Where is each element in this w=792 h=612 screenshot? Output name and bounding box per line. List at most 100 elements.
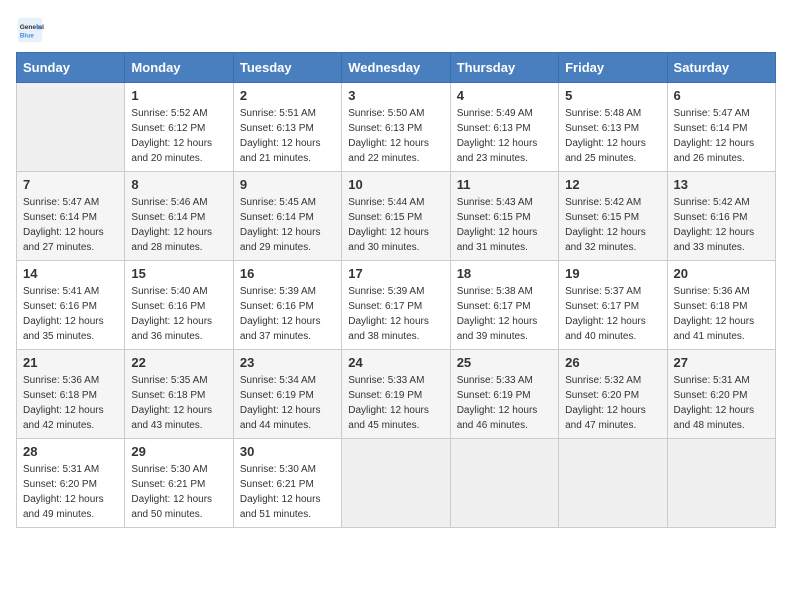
day-number: 22 (131, 355, 226, 370)
day-number: 19 (565, 266, 660, 281)
column-header-sunday: Sunday (17, 53, 125, 83)
column-header-friday: Friday (559, 53, 667, 83)
calendar-cell (559, 439, 667, 528)
calendar-table: SundayMondayTuesdayWednesdayThursdayFrid… (16, 52, 776, 528)
calendar-cell: 6 Sunrise: 5:47 AM Sunset: 6:14 PM Dayli… (667, 83, 775, 172)
page-header: General Blue (16, 16, 776, 44)
day-info: Sunrise: 5:41 AM Sunset: 6:16 PM Dayligh… (23, 284, 118, 344)
calendar-week-row: 14 Sunrise: 5:41 AM Sunset: 6:16 PM Dayl… (17, 261, 776, 350)
calendar-cell: 2 Sunrise: 5:51 AM Sunset: 6:13 PM Dayli… (233, 83, 341, 172)
day-number: 26 (565, 355, 660, 370)
day-info: Sunrise: 5:33 AM Sunset: 6:19 PM Dayligh… (348, 373, 443, 433)
day-info: Sunrise: 5:32 AM Sunset: 6:20 PM Dayligh… (565, 373, 660, 433)
day-number: 2 (240, 88, 335, 103)
calendar-cell: 5 Sunrise: 5:48 AM Sunset: 6:13 PM Dayli… (559, 83, 667, 172)
day-info: Sunrise: 5:52 AM Sunset: 6:12 PM Dayligh… (131, 106, 226, 166)
day-info: Sunrise: 5:49 AM Sunset: 6:13 PM Dayligh… (457, 106, 552, 166)
day-info: Sunrise: 5:47 AM Sunset: 6:14 PM Dayligh… (23, 195, 118, 255)
calendar-week-row: 1 Sunrise: 5:52 AM Sunset: 6:12 PM Dayli… (17, 83, 776, 172)
day-info: Sunrise: 5:51 AM Sunset: 6:13 PM Dayligh… (240, 106, 335, 166)
calendar-cell: 18 Sunrise: 5:38 AM Sunset: 6:17 PM Dayl… (450, 261, 558, 350)
day-number: 4 (457, 88, 552, 103)
day-info: Sunrise: 5:39 AM Sunset: 6:17 PM Dayligh… (348, 284, 443, 344)
day-info: Sunrise: 5:30 AM Sunset: 6:21 PM Dayligh… (131, 462, 226, 522)
day-info: Sunrise: 5:31 AM Sunset: 6:20 PM Dayligh… (674, 373, 769, 433)
day-number: 3 (348, 88, 443, 103)
day-info: Sunrise: 5:36 AM Sunset: 6:18 PM Dayligh… (674, 284, 769, 344)
day-info: Sunrise: 5:42 AM Sunset: 6:15 PM Dayligh… (565, 195, 660, 255)
day-number: 20 (674, 266, 769, 281)
calendar-cell: 24 Sunrise: 5:33 AM Sunset: 6:19 PM Dayl… (342, 350, 450, 439)
day-info: Sunrise: 5:48 AM Sunset: 6:13 PM Dayligh… (565, 106, 660, 166)
day-info: Sunrise: 5:31 AM Sunset: 6:20 PM Dayligh… (23, 462, 118, 522)
column-header-saturday: Saturday (667, 53, 775, 83)
day-number: 11 (457, 177, 552, 192)
calendar-cell: 13 Sunrise: 5:42 AM Sunset: 6:16 PM Dayl… (667, 172, 775, 261)
calendar-header-row: SundayMondayTuesdayWednesdayThursdayFrid… (17, 53, 776, 83)
calendar-body: 1 Sunrise: 5:52 AM Sunset: 6:12 PM Dayli… (17, 83, 776, 528)
day-number: 29 (131, 444, 226, 459)
column-header-wednesday: Wednesday (342, 53, 450, 83)
calendar-cell: 4 Sunrise: 5:49 AM Sunset: 6:13 PM Dayli… (450, 83, 558, 172)
day-number: 28 (23, 444, 118, 459)
calendar-cell: 7 Sunrise: 5:47 AM Sunset: 6:14 PM Dayli… (17, 172, 125, 261)
day-number: 27 (674, 355, 769, 370)
calendar-cell: 3 Sunrise: 5:50 AM Sunset: 6:13 PM Dayli… (342, 83, 450, 172)
day-number: 23 (240, 355, 335, 370)
calendar-cell (450, 439, 558, 528)
calendar-cell: 20 Sunrise: 5:36 AM Sunset: 6:18 PM Dayl… (667, 261, 775, 350)
calendar-cell: 26 Sunrise: 5:32 AM Sunset: 6:20 PM Dayl… (559, 350, 667, 439)
calendar-week-row: 21 Sunrise: 5:36 AM Sunset: 6:18 PM Dayl… (17, 350, 776, 439)
day-info: Sunrise: 5:36 AM Sunset: 6:18 PM Dayligh… (23, 373, 118, 433)
day-info: Sunrise: 5:40 AM Sunset: 6:16 PM Dayligh… (131, 284, 226, 344)
calendar-cell (667, 439, 775, 528)
calendar-cell: 10 Sunrise: 5:44 AM Sunset: 6:15 PM Dayl… (342, 172, 450, 261)
day-number: 9 (240, 177, 335, 192)
day-number: 18 (457, 266, 552, 281)
calendar-cell: 19 Sunrise: 5:37 AM Sunset: 6:17 PM Dayl… (559, 261, 667, 350)
day-info: Sunrise: 5:46 AM Sunset: 6:14 PM Dayligh… (131, 195, 226, 255)
calendar-cell: 11 Sunrise: 5:43 AM Sunset: 6:15 PM Dayl… (450, 172, 558, 261)
day-info: Sunrise: 5:42 AM Sunset: 6:16 PM Dayligh… (674, 195, 769, 255)
day-info: Sunrise: 5:30 AM Sunset: 6:21 PM Dayligh… (240, 462, 335, 522)
day-number: 7 (23, 177, 118, 192)
logo-icon: General Blue (16, 16, 44, 44)
calendar-cell: 9 Sunrise: 5:45 AM Sunset: 6:14 PM Dayli… (233, 172, 341, 261)
calendar-week-row: 7 Sunrise: 5:47 AM Sunset: 6:14 PM Dayli… (17, 172, 776, 261)
calendar-cell: 29 Sunrise: 5:30 AM Sunset: 6:21 PM Dayl… (125, 439, 233, 528)
column-header-monday: Monday (125, 53, 233, 83)
calendar-cell: 30 Sunrise: 5:30 AM Sunset: 6:21 PM Dayl… (233, 439, 341, 528)
column-header-tuesday: Tuesday (233, 53, 341, 83)
day-number: 10 (348, 177, 443, 192)
calendar-cell: 17 Sunrise: 5:39 AM Sunset: 6:17 PM Dayl… (342, 261, 450, 350)
day-info: Sunrise: 5:43 AM Sunset: 6:15 PM Dayligh… (457, 195, 552, 255)
day-number: 17 (348, 266, 443, 281)
calendar-cell: 14 Sunrise: 5:41 AM Sunset: 6:16 PM Dayl… (17, 261, 125, 350)
day-number: 16 (240, 266, 335, 281)
column-header-thursday: Thursday (450, 53, 558, 83)
calendar-cell: 22 Sunrise: 5:35 AM Sunset: 6:18 PM Dayl… (125, 350, 233, 439)
day-number: 8 (131, 177, 226, 192)
day-info: Sunrise: 5:35 AM Sunset: 6:18 PM Dayligh… (131, 373, 226, 433)
calendar-cell: 12 Sunrise: 5:42 AM Sunset: 6:15 PM Dayl… (559, 172, 667, 261)
calendar-cell: 16 Sunrise: 5:39 AM Sunset: 6:16 PM Dayl… (233, 261, 341, 350)
calendar-cell: 15 Sunrise: 5:40 AM Sunset: 6:16 PM Dayl… (125, 261, 233, 350)
day-number: 30 (240, 444, 335, 459)
calendar-cell (342, 439, 450, 528)
day-number: 15 (131, 266, 226, 281)
day-number: 13 (674, 177, 769, 192)
day-number: 1 (131, 88, 226, 103)
logo: General Blue (16, 16, 48, 44)
day-info: Sunrise: 5:47 AM Sunset: 6:14 PM Dayligh… (674, 106, 769, 166)
calendar-cell: 23 Sunrise: 5:34 AM Sunset: 6:19 PM Dayl… (233, 350, 341, 439)
calendar-week-row: 28 Sunrise: 5:31 AM Sunset: 6:20 PM Dayl… (17, 439, 776, 528)
day-info: Sunrise: 5:50 AM Sunset: 6:13 PM Dayligh… (348, 106, 443, 166)
calendar-cell: 21 Sunrise: 5:36 AM Sunset: 6:18 PM Dayl… (17, 350, 125, 439)
day-info: Sunrise: 5:33 AM Sunset: 6:19 PM Dayligh… (457, 373, 552, 433)
day-number: 24 (348, 355, 443, 370)
day-number: 14 (23, 266, 118, 281)
day-number: 5 (565, 88, 660, 103)
day-info: Sunrise: 5:45 AM Sunset: 6:14 PM Dayligh… (240, 195, 335, 255)
day-info: Sunrise: 5:37 AM Sunset: 6:17 PM Dayligh… (565, 284, 660, 344)
day-number: 21 (23, 355, 118, 370)
